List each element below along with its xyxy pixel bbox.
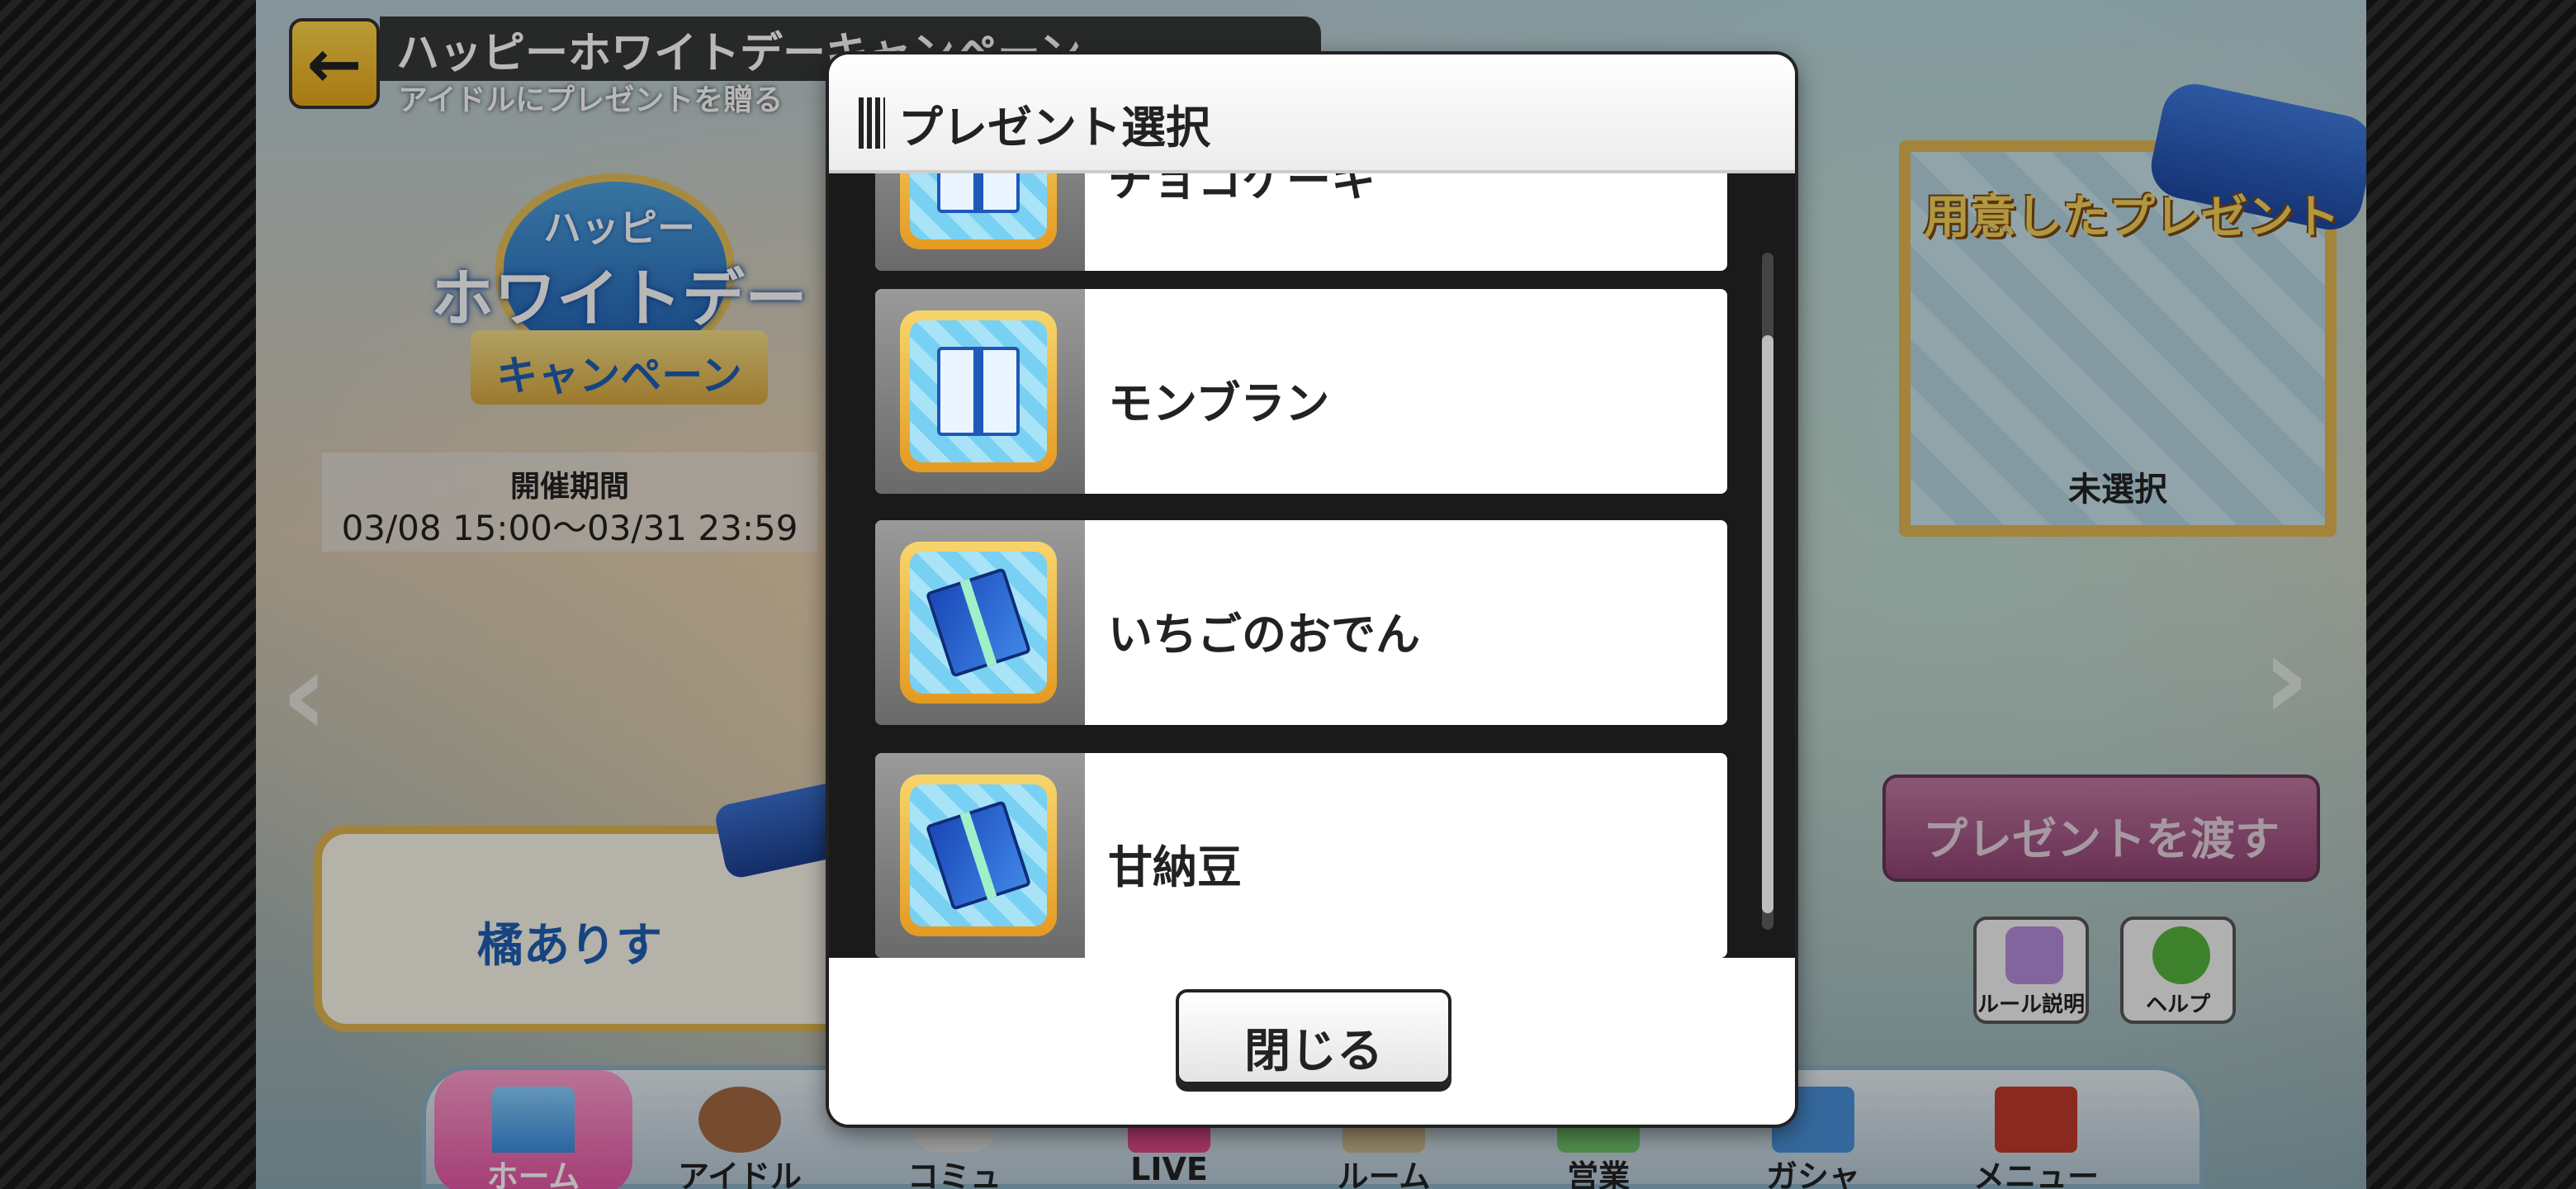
item-thumbnail bbox=[875, 173, 1085, 271]
item-name: 甘納豆 bbox=[1108, 841, 1242, 893]
grip-icon bbox=[859, 97, 885, 149]
gift-box-blue-icon bbox=[925, 800, 1032, 911]
item-name: いちごのおでん bbox=[1108, 609, 1420, 661]
close-label: 閉じる bbox=[1244, 1025, 1383, 1078]
dialog-title: プレゼント選択 bbox=[898, 102, 1210, 154]
present-list[interactable]: チョコケーキ モンブラン いちごのおでん 甘納豆 bbox=[829, 173, 1795, 958]
list-scrollbar[interactable] bbox=[1762, 253, 1773, 930]
present-select-dialog: プレゼント選択 チョコケーキ モンブラン いちごのおでん 甘納豆 閉じる bbox=[829, 54, 1795, 1125]
left-letterbox bbox=[0, 0, 256, 1189]
close-button[interactable]: 閉じる bbox=[1176, 989, 1451, 1085]
list-item[interactable]: モンブラン bbox=[875, 289, 1727, 494]
dialog-footer: 閉じる bbox=[829, 958, 1795, 1125]
list-item[interactable]: いちごのおでん bbox=[875, 520, 1727, 725]
item-thumbnail bbox=[875, 520, 1085, 725]
scrollbar-thumb[interactable] bbox=[1762, 335, 1773, 913]
gift-box-white-icon bbox=[937, 347, 1020, 436]
dialog-header: プレゼント選択 bbox=[829, 54, 1795, 173]
item-name: チョコケーキ bbox=[1108, 173, 1376, 206]
list-item[interactable]: チョコケーキ bbox=[875, 173, 1727, 271]
right-letterbox bbox=[2366, 0, 2576, 1189]
gift-box-white-icon bbox=[937, 173, 1020, 213]
item-name: モンブラン bbox=[1108, 377, 1330, 429]
gift-box-blue-icon bbox=[925, 567, 1032, 678]
list-item[interactable]: 甘納豆 bbox=[875, 753, 1727, 958]
item-thumbnail bbox=[875, 289, 1085, 494]
item-thumbnail bbox=[875, 753, 1085, 958]
